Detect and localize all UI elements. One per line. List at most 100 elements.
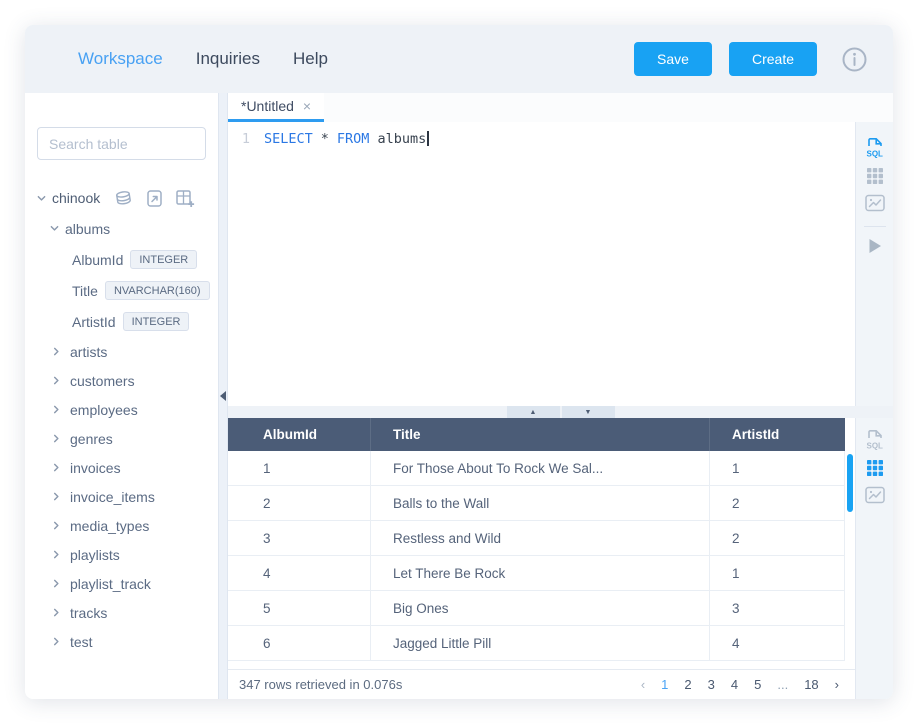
sql-keyword: SELECT [264, 131, 313, 147]
table-row[interactable]: 1 For Those About To Rock We Sal... 1 [228, 451, 845, 486]
tree-table-playlists[interactable]: playlists [25, 540, 218, 569]
tree-table-invoice_items[interactable]: invoice_items [25, 482, 218, 511]
column-header: Title [371, 418, 710, 451]
editor-toolbar: SQL [855, 122, 893, 406]
cell-albumid: 3 [228, 521, 371, 555]
tree-table-media_types[interactable]: media_types [25, 511, 218, 540]
tree-table-genres[interactable]: genres [25, 424, 218, 453]
results-table: AlbumId Title ArtistId 1 For Those About… [228, 418, 855, 669]
results-splitter[interactable]: ▲ ▼ [228, 406, 893, 418]
table-row[interactable]: 2 Balls to the Wall 2 [228, 486, 845, 521]
table-row[interactable]: 6 Jagged Little Pill 4 [228, 626, 845, 661]
tree-table-tracks[interactable]: tracks [25, 598, 218, 627]
page-number[interactable]: 4 [731, 677, 738, 692]
info-circle-icon[interactable] [842, 47, 867, 72]
close-tab-icon[interactable]: × [303, 98, 311, 114]
tree-table-test[interactable]: test [25, 627, 218, 656]
sql-editor[interactable]: 1 SELECT * FROM albums [228, 122, 855, 406]
schema-sidebar: chinook albums [25, 93, 218, 699]
nav-workspace[interactable]: Workspace [78, 49, 163, 69]
table-name: playlists [70, 547, 120, 563]
app-window: Workspace Inquiries Help Save Create chi… [25, 25, 893, 699]
table-name: genres [70, 431, 113, 447]
chevron-right-icon [52, 521, 61, 530]
page-number[interactable]: 18 [804, 677, 818, 692]
run-query-icon[interactable] [867, 237, 883, 255]
cell-albumid: 5 [228, 591, 371, 625]
page-number[interactable]: 1 [661, 677, 668, 692]
tab-title: *Untitled [241, 98, 294, 114]
table-name: customers [70, 373, 135, 389]
table-row[interactable]: 3 Restless and Wild 2 [228, 521, 845, 556]
column-type-badge: INTEGER [130, 250, 197, 269]
tree-table-artists[interactable]: artists [25, 337, 218, 366]
sidebar-splitter[interactable] [218, 93, 228, 699]
tree-table-playlist_track[interactable]: playlist_track [25, 569, 218, 598]
table-grid-icon[interactable] [866, 459, 884, 477]
tab-untitled[interactable]: *Untitled × [228, 93, 324, 122]
collapse-sidebar-icon[interactable] [220, 391, 226, 401]
database-icon[interactable] [113, 189, 134, 208]
table-name: test [70, 634, 93, 650]
sql-keyword: FROM [337, 131, 370, 147]
code-line: 1 SELECT * FROM albums [228, 131, 855, 147]
create-button[interactable]: Create [729, 42, 817, 76]
next-page-icon[interactable]: › [835, 677, 839, 692]
schema-tree: chinook albums [25, 183, 218, 656]
chevron-right-icon [52, 608, 61, 617]
cell-artistid: 1 [710, 556, 845, 590]
chart-icon[interactable] [865, 194, 885, 212]
tree-database-chinook[interactable]: chinook [25, 183, 218, 213]
chevron-right-icon [52, 405, 61, 414]
database-name: chinook [52, 190, 100, 206]
sql-operand: * [321, 131, 329, 147]
save-button[interactable]: Save [634, 42, 712, 76]
cell-title: Jagged Little Pill [371, 626, 710, 660]
results-header-row: AlbumId Title ArtistId [228, 418, 845, 451]
page-number[interactable]: 3 [708, 677, 715, 692]
results-scrollbar-thumb[interactable] [847, 454, 853, 512]
tree-table-invoices[interactable]: invoices [25, 453, 218, 482]
file-export-icon[interactable] [147, 190, 162, 207]
cell-title: Let There Be Rock [371, 556, 710, 590]
cell-albumid: 6 [228, 626, 371, 660]
tree-table-albums[interactable]: albums [25, 213, 218, 244]
column-name: Title [72, 283, 98, 299]
albums-columns: AlbumId INTEGER Title NVARCHAR(160) Arti… [25, 244, 218, 337]
results-region: AlbumId Title ArtistId 1 For Those About… [228, 418, 893, 699]
page-number[interactable]: 5 [754, 677, 761, 692]
cell-artistid: 2 [710, 486, 845, 520]
table-row[interactable]: 5 Big Ones 3 [228, 591, 845, 626]
column-type-badge: INTEGER [123, 312, 190, 331]
nav-inquiries[interactable]: Inquiries [196, 49, 260, 69]
svg-text:SQL: SQL [866, 150, 883, 159]
chevron-right-icon [52, 376, 61, 385]
table-grid-icon[interactable] [866, 167, 884, 185]
table-name: artists [70, 344, 107, 360]
sql-file-icon[interactable]: SQL [865, 137, 885, 158]
expand-up-button[interactable]: ▲ [507, 406, 560, 418]
column-type-badge: NVARCHAR(160) [105, 281, 210, 300]
table-add-icon[interactable] [176, 189, 195, 208]
cell-title: Balls to the Wall [371, 486, 710, 520]
results-toolbar: SQL [855, 418, 893, 699]
column-header: AlbumId [228, 418, 371, 451]
main-nav: Workspace Inquiries Help [78, 49, 328, 69]
expand-down-button[interactable]: ▼ [562, 406, 615, 418]
tree-column: ArtistId INTEGER [25, 306, 218, 337]
page-ellipsis: ... [777, 677, 788, 692]
nav-help[interactable]: Help [293, 49, 328, 69]
search-table-input[interactable] [37, 127, 206, 160]
prev-page-icon[interactable]: ‹ [641, 677, 645, 692]
tree-table-customers[interactable]: customers [25, 366, 218, 395]
cell-albumid: 2 [228, 486, 371, 520]
workspace-body: chinook albums [25, 93, 893, 699]
table-row[interactable]: 4 Let There Be Rock 1 [228, 556, 845, 591]
sql-file-icon[interactable]: SQL [865, 429, 885, 450]
page-numbers: 1 2 3 4 5... 18 [661, 677, 818, 692]
page-number[interactable]: 2 [684, 677, 691, 692]
tree-table-employees[interactable]: employees [25, 395, 218, 424]
chart-icon[interactable] [865, 486, 885, 504]
table-name: employees [70, 402, 138, 418]
results-column: AlbumId Title ArtistId 1 For Those About… [228, 418, 855, 699]
